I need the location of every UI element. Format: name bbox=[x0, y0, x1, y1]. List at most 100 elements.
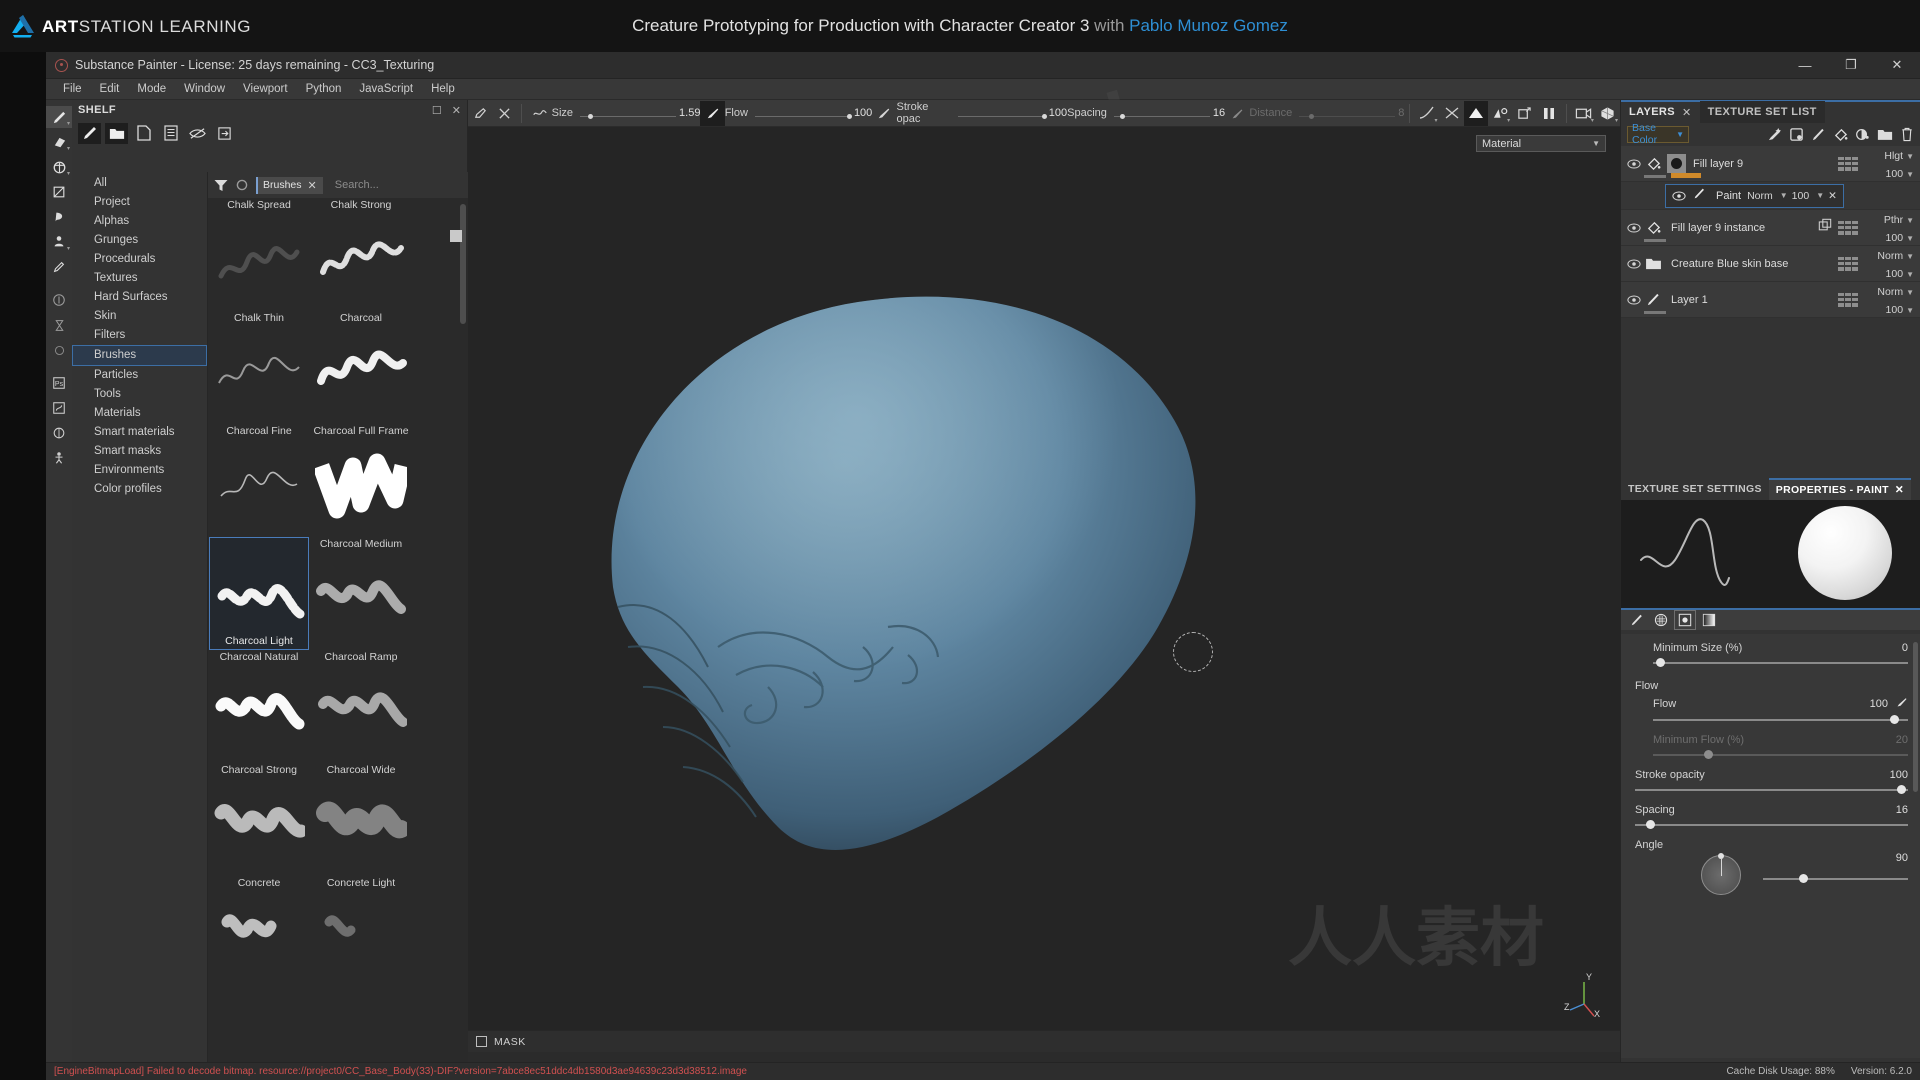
pause-icon[interactable] bbox=[1536, 101, 1560, 126]
material-picker-icon[interactable] bbox=[46, 256, 72, 278]
symmetry-off-icon[interactable] bbox=[1439, 101, 1463, 126]
new-file-icon[interactable] bbox=[132, 123, 155, 144]
layer-row-creature-blue-skin-base[interactable]: Creature Blue skin base Norm ▼ 100 ▼ bbox=[1621, 246, 1920, 282]
prop-flow[interactable]: Flow 100 bbox=[1653, 696, 1908, 727]
brush-item[interactable]: Charcoal Full Frame bbox=[311, 424, 411, 537]
brush-item[interactable]: Charcoal Fine bbox=[209, 424, 309, 537]
prop-flow-slider[interactable] bbox=[1653, 713, 1908, 727]
add-adjustment-icon[interactable] bbox=[1855, 127, 1870, 142]
layer-row-paint[interactable]: Paint Norm ▼ 100 ▼ ✕ bbox=[1621, 182, 1920, 210]
physics-tool-icon[interactable] bbox=[46, 289, 72, 311]
layer-blend-mode[interactable]: Hlgt bbox=[1884, 150, 1903, 162]
shelf-category-color-profiles[interactable]: Color profiles bbox=[72, 480, 207, 499]
shelf-category-materials[interactable]: Materials bbox=[72, 404, 207, 423]
size-pen-pressure-icon[interactable] bbox=[700, 100, 725, 126]
grid-icon[interactable] bbox=[1651, 611, 1671, 629]
layer-effect-paint[interactable]: Paint Norm ▼ 100 ▼ ✕ bbox=[1665, 183, 1844, 208]
tab-layers[interactable]: LAYERS ✕ bbox=[1621, 101, 1700, 123]
param-distance-slider[interactable] bbox=[1299, 105, 1396, 121]
shelf-category-textures[interactable]: Textures bbox=[72, 269, 207, 288]
polygon-fill-tool-icon[interactable] bbox=[46, 181, 72, 203]
gradient-icon[interactable] bbox=[1699, 611, 1719, 629]
tab-texture-set-settings[interactable]: TEXTURE SET SETTINGS bbox=[1621, 478, 1769, 500]
mirror-settings-icon[interactable]: ▾ bbox=[1488, 101, 1512, 126]
prop-spacing[interactable]: Spacing 16 bbox=[1635, 804, 1908, 832]
shelf-category-hard-surfaces[interactable]: Hard Surfaces bbox=[72, 288, 207, 307]
param-distance[interactable]: Distance 8 bbox=[1249, 105, 1404, 121]
brush-icon[interactable] bbox=[1627, 611, 1647, 629]
layer-opacity[interactable]: 100 bbox=[1886, 232, 1904, 244]
param-flow-slider[interactable] bbox=[754, 105, 853, 121]
shelf-category-brushes[interactable]: Brushes bbox=[72, 345, 207, 366]
material-picker-icon[interactable] bbox=[468, 101, 492, 126]
menu-viewport[interactable]: Viewport bbox=[234, 81, 297, 97]
layer-blend-mode[interactable]: Pthr bbox=[1884, 214, 1903, 226]
brush-item[interactable]: Charcoal Medium bbox=[311, 537, 411, 650]
param-size[interactable]: Size 1.59 bbox=[552, 105, 700, 121]
close-icon[interactable] bbox=[492, 101, 516, 126]
filter-icon[interactable] bbox=[214, 179, 228, 192]
shelf-search-input[interactable]: Search... bbox=[331, 179, 462, 191]
shelf-category-grunges[interactable]: Grunges bbox=[72, 231, 207, 250]
prop-angle-slider[interactable]: 90 bbox=[1763, 852, 1908, 883]
effects-icon[interactable] bbox=[1767, 127, 1782, 142]
properties-scrollbar[interactable] bbox=[1913, 642, 1918, 792]
layer-row-layer-1[interactable]: Layer 1 Norm ▼ 100 ▼ bbox=[1621, 282, 1920, 318]
add-paint-layer-icon[interactable] bbox=[1811, 127, 1826, 142]
3d-viewport[interactable]: Material ▼ Y Z X MASK 人人素材 bbox=[468, 127, 1620, 1052]
add-fill-layer-icon[interactable] bbox=[1833, 127, 1848, 142]
prop-spacing-slider[interactable] bbox=[1635, 818, 1908, 832]
layer-row-fill-layer-9[interactable]: Fill layer 9 Hlgt ▼ 100 ▼ bbox=[1621, 146, 1920, 182]
add-mask-icon[interactable] bbox=[1789, 127, 1804, 142]
param-flow[interactable]: Flow 100 bbox=[725, 105, 872, 121]
menu-window[interactable]: Window bbox=[175, 81, 234, 97]
prop-minimum-flow[interactable]: Minimum Flow (%) 20 bbox=[1653, 734, 1908, 762]
shelf-close-icon[interactable]: ✕ bbox=[452, 104, 461, 117]
flow-pen-pressure-icon[interactable] bbox=[1896, 696, 1908, 711]
menu-javascript[interactable]: JavaScript bbox=[350, 81, 422, 97]
shelf-category-procedurals[interactable]: Procedurals bbox=[72, 250, 207, 269]
iray-render-icon[interactable] bbox=[46, 422, 72, 444]
brush-item-selected[interactable]: Charcoal Light bbox=[209, 537, 309, 650]
brush-item[interactable]: Chalk Thin bbox=[209, 311, 309, 424]
menu-file[interactable]: File bbox=[54, 81, 91, 97]
maximize-button[interactable]: ❐ bbox=[1828, 52, 1874, 79]
layer-visibility-icon[interactable] bbox=[1672, 190, 1687, 201]
folder-icon[interactable] bbox=[105, 122, 128, 144]
smudge-tool-icon[interactable] bbox=[46, 206, 72, 228]
tab-properties-paint[interactable]: PROPERTIES - PAINT ✕ bbox=[1768, 478, 1912, 500]
brush-item[interactable]: Charcoal Wide bbox=[311, 763, 411, 876]
param-size-slider[interactable] bbox=[580, 105, 677, 121]
layer-opacity[interactable]: 100 bbox=[1886, 168, 1904, 180]
layer-opacity[interactable]: 100 bbox=[1792, 190, 1810, 202]
shelf-category-smart-masks[interactable]: Smart masks bbox=[72, 442, 207, 461]
param-stroke-opacity[interactable]: Stroke opac 100 bbox=[897, 101, 1068, 125]
prop-minimum-flow-slider[interactable] bbox=[1653, 748, 1908, 762]
prop-stroke-opacity-slider[interactable] bbox=[1635, 783, 1908, 797]
layer-remove-icon[interactable]: ✕ bbox=[1828, 190, 1837, 202]
grid-scrollbar[interactable] bbox=[460, 204, 466, 324]
grid-size-toggle[interactable] bbox=[450, 230, 462, 242]
import-icon[interactable] bbox=[213, 123, 236, 144]
layer-visibility-icon[interactable] bbox=[1627, 222, 1642, 233]
viewport-material-select[interactable]: Material ▼ bbox=[1476, 135, 1606, 152]
clone-tool-icon[interactable]: ▾ bbox=[46, 231, 72, 253]
layer-blend-mode[interactable]: Norm bbox=[1877, 250, 1903, 262]
circle-filter-icon[interactable] bbox=[236, 179, 248, 191]
eraser-tool-icon[interactable]: ▾ bbox=[46, 131, 72, 153]
menu-edit[interactable]: Edit bbox=[91, 81, 129, 97]
flow-pen-pressure-icon[interactable] bbox=[872, 101, 896, 126]
baking-tool-icon[interactable] bbox=[46, 314, 72, 336]
layer-blend-mode[interactable]: Norm bbox=[1747, 190, 1773, 202]
tab-layers-close-icon[interactable]: ✕ bbox=[1682, 106, 1692, 119]
brush-item[interactable]: Concrete bbox=[209, 876, 309, 989]
brush-item[interactable]: Charcoal Strong bbox=[209, 763, 309, 876]
shelf-category-environments[interactable]: Environments bbox=[72, 461, 207, 480]
param-spacing-slider[interactable] bbox=[1113, 105, 1210, 121]
character-pose-icon[interactable] bbox=[46, 447, 72, 469]
menu-help[interactable]: Help bbox=[422, 81, 464, 97]
brush-item[interactable]: Charcoal Natural bbox=[209, 650, 309, 763]
delete-icon[interactable] bbox=[1900, 127, 1914, 142]
mirror-icon[interactable] bbox=[1463, 100, 1488, 126]
photoshop-link-icon[interactable]: Ps bbox=[46, 372, 72, 394]
